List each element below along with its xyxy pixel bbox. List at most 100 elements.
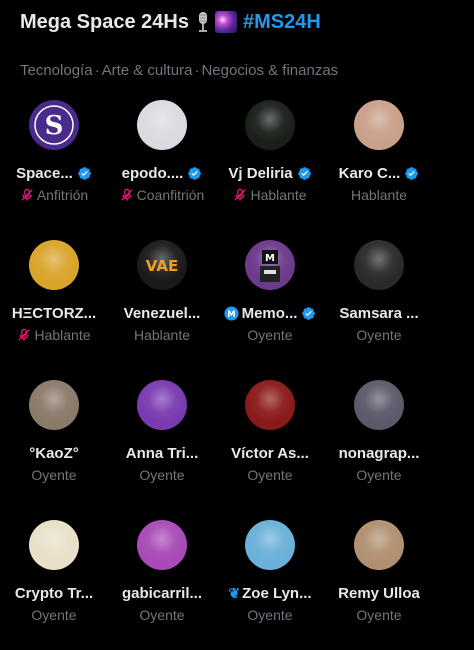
hashtag-link[interactable]: #MS24H — [243, 11, 321, 34]
participant-role: Oyente — [247, 327, 293, 343]
verified-badge-icon — [188, 166, 202, 180]
participant-role-row: Oyente — [216, 466, 324, 484]
participant-role: Oyente — [31, 607, 77, 623]
participant-name-row: °KaoZ° — [0, 444, 108, 462]
participant-name-row: HΞCTORZ... — [0, 304, 108, 322]
mic-off-icon — [120, 188, 133, 201]
participant-card[interactable]: epodo.... Coanfitrión — [108, 100, 216, 230]
participant-card[interactable]: °KaoZ° Oyente — [0, 380, 108, 510]
participant-name-row: Vj Deliria — [216, 164, 324, 182]
participant-name-row: Remy Ulloa — [325, 584, 433, 602]
svg-text:M: M — [227, 308, 235, 318]
participant-role: Oyente — [356, 327, 402, 343]
woman-photo-avatar[interactable] — [354, 100, 404, 150]
participant-name-row: Space... — [0, 164, 108, 182]
participant-name: Space... — [16, 164, 73, 182]
participant-name: gabicarril... — [121, 584, 203, 602]
sketch-portrait-avatar[interactable] — [137, 100, 187, 150]
participant-role: Hablante — [133, 327, 191, 343]
participant-name-row: epodo.... — [108, 164, 216, 182]
mic-off-icon — [21, 188, 33, 201]
dark-figure-avatar[interactable] — [354, 240, 404, 290]
participant-role: Oyente — [356, 467, 402, 483]
cartoon-chars-avatar[interactable] — [29, 520, 79, 570]
participant-card[interactable]: Vj Deliria Hablante — [216, 100, 324, 230]
participant-card[interactable]: M M Memo... Oyente — [216, 240, 324, 370]
svg-text:M: M — [265, 253, 275, 264]
participant-role-row: Hablante — [0, 326, 108, 344]
participant-role-row: Oyente — [216, 326, 324, 344]
participant-card[interactable]: HΞCTORZ... Hablante — [0, 240, 108, 370]
man-photo-avatar[interactable] — [354, 520, 404, 570]
space-title: Mega Space 24Hs — [20, 10, 189, 33]
participant-name: Víctor As... — [231, 444, 309, 462]
participant-name: nonagrap... — [338, 444, 420, 462]
verified-badge-icon — [302, 306, 316, 320]
participant-card[interactable]: ❦ Zoe Lyn... Oyente — [216, 520, 324, 650]
participant-name: Crypto Tr... — [14, 584, 94, 602]
participant-card[interactable]: gabicarril... Oyente — [108, 520, 216, 650]
participant-name-row: M Memo... — [216, 304, 324, 322]
participant-name-row: gabicarril... — [108, 584, 216, 602]
participant-name: Memo... — [241, 304, 298, 322]
participant-name-row: ❦ Zoe Lyn... — [216, 584, 324, 602]
nature-photo-avatar[interactable] — [29, 380, 79, 430]
participant-name-row: Anna Tri... — [108, 444, 216, 462]
topic-item[interactable]: Arte & cultura — [102, 62, 193, 79]
participant-name: Remy Ulloa — [338, 584, 420, 602]
m-badge-icon: M — [224, 305, 239, 321]
participant-role: Oyente — [247, 607, 293, 623]
participant-card[interactable]: Remy Ulloa Oyente — [325, 520, 433, 650]
verified-badge-icon — [78, 166, 91, 180]
cartoon-woman-avatar[interactable] — [137, 520, 187, 570]
mic-off-icon — [18, 328, 31, 341]
participant-role-row: Oyente — [325, 466, 433, 484]
pixel-robot-avatar[interactable]: M — [245, 240, 295, 290]
participant-role: Oyente — [139, 467, 185, 483]
red-mask-avatar[interactable] — [245, 380, 295, 430]
participant-role-row: Oyente — [325, 326, 433, 344]
participant-name: °KaoZ° — [29, 444, 79, 462]
topic-separator: · — [194, 62, 200, 79]
participant-role-row: Hablante — [325, 186, 433, 204]
participant-card[interactable]: nonagrap... Oyente — [325, 380, 433, 510]
space-s-logo-avatar[interactable]: S — [29, 100, 79, 150]
participant-card[interactable]: Crypto Tr... Oyente — [0, 520, 108, 650]
participant-role: Oyente — [31, 467, 77, 483]
participant-name: Venezuel... — [123, 304, 201, 322]
svg-text:S: S — [45, 111, 64, 141]
participant-name-row: Karo C... — [325, 164, 433, 182]
participant-role: Hablante — [250, 187, 307, 203]
topic-item[interactable]: Tecnología — [20, 62, 93, 79]
topic-item[interactable]: Negocios & finanzas — [201, 62, 338, 79]
participant-role: Oyente — [139, 607, 185, 623]
participant-role-row: Oyente — [216, 606, 324, 624]
robot-head-avatar[interactable] — [245, 520, 295, 570]
participant-role-row: Oyente — [325, 606, 433, 624]
gold-art-avatar[interactable] — [29, 240, 79, 290]
vae-logo-avatar[interactable]: VAE — [137, 240, 187, 290]
glow-figure-avatar[interactable] — [245, 100, 295, 150]
participant-name-row: Víctor As... — [216, 444, 324, 462]
participant-role: Oyente — [247, 467, 293, 483]
participant-card[interactable]: Samsara ... Oyente — [325, 240, 433, 370]
participant-card[interactable]: Víctor As... Oyente — [216, 380, 324, 510]
colorful-face-avatar[interactable] — [137, 380, 187, 430]
participant-role-row: Hablante — [108, 326, 216, 344]
participant-card[interactable]: VAE Venezuel... Hablante — [108, 240, 216, 370]
topics-list: Tecnología · Arte & cultura · Negocios & fin… — [20, 62, 338, 79]
space-header: Mega Space 24Hs #MS24H — [20, 8, 321, 36]
masquerade-mask-avatar[interactable] — [354, 380, 404, 430]
microphone-icon — [197, 11, 209, 33]
participant-card[interactable]: Anna Tri... Oyente — [108, 380, 216, 510]
participant-name: epodo.... — [121, 164, 184, 182]
participant-name: Vj Deliria — [228, 164, 293, 182]
participant-card[interactable]: Karo C... Hablante — [325, 100, 433, 230]
participant-card[interactable]: S Space... Anfitrión — [0, 100, 108, 230]
svg-text:VAE: VAE — [146, 257, 178, 275]
participant-role-row: Oyente — [108, 606, 216, 624]
participant-name-row: nonagrap... — [325, 444, 433, 462]
verified-badge-icon — [297, 166, 311, 180]
participant-name-row: Samsara ... — [325, 304, 433, 322]
butterfly-icon: ❦ — [228, 584, 241, 601]
